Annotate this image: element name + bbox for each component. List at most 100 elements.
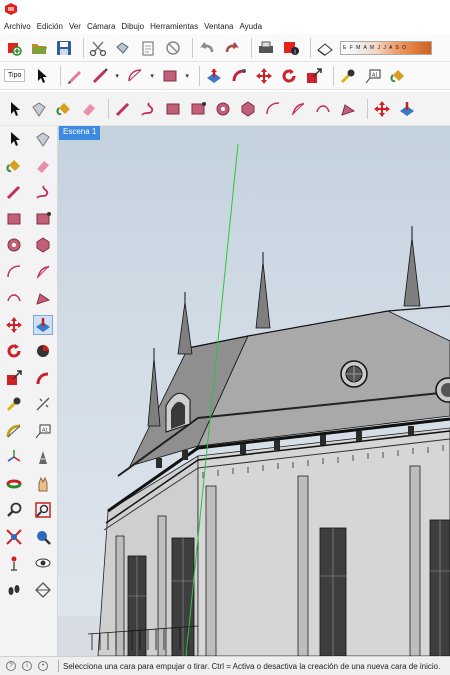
new-model-icon[interactable]: [4, 38, 24, 58]
select-icon[interactable]: [4, 99, 24, 119]
two-point-arc-icon[interactable]: [313, 99, 333, 119]
undo-icon[interactable]: [197, 38, 217, 58]
search-icon[interactable]: [33, 527, 53, 547]
eraser-icon[interactable]: [79, 99, 99, 119]
rotated-rectangle-icon[interactable]: [33, 209, 53, 229]
rotate-icon[interactable]: [4, 341, 24, 361]
select-icon[interactable]: [4, 129, 24, 149]
look-around-icon[interactable]: [33, 553, 53, 573]
chevron-down-icon[interactable]: ▾: [115, 72, 121, 80]
push-pull-icon[interactable]: [397, 99, 417, 119]
move-icon[interactable]: [254, 66, 274, 86]
credits-icon[interactable]: i: [22, 661, 32, 671]
paste-icon[interactable]: [138, 38, 158, 58]
three-point-arc-icon[interactable]: [338, 99, 358, 119]
rectangle-icon[interactable]: [160, 66, 180, 86]
menu-herramientas[interactable]: Herramientas: [150, 22, 198, 31]
zoom-icon[interactable]: [4, 500, 24, 520]
section-plane-icon[interactable]: [33, 580, 53, 600]
eraser-icon[interactable]: [33, 156, 53, 176]
3d-text-icon[interactable]: [33, 447, 53, 467]
dimension-icon[interactable]: [33, 394, 53, 414]
position-camera-icon[interactable]: [4, 553, 24, 573]
component-icon[interactable]: [33, 129, 53, 149]
style-label[interactable]: Tipo: [4, 69, 26, 82]
pie-icon[interactable]: [288, 99, 308, 119]
push-pull-icon[interactable]: [32, 314, 53, 335]
print-icon[interactable]: [256, 38, 276, 58]
polygon-icon[interactable]: [238, 99, 258, 119]
menu-ver[interactable]: Ver: [69, 22, 81, 31]
orbit-icon[interactable]: [4, 474, 24, 494]
line-icon[interactable]: [90, 66, 110, 86]
follow-me-icon[interactable]: [229, 66, 249, 86]
shadow-month-slider[interactable]: E F M A M J J A S O: [340, 40, 432, 55]
paint-bucket-icon[interactable]: [4, 156, 24, 176]
circle-icon[interactable]: [4, 235, 24, 255]
user-icon[interactable]: •: [38, 661, 48, 671]
toolbar-separator: [83, 37, 84, 58]
model-info-icon[interactable]: i: [281, 38, 301, 58]
move-icon[interactable]: [4, 315, 24, 335]
redo-icon[interactable]: [222, 38, 242, 58]
menu-dibujo[interactable]: Dibujo: [121, 22, 144, 31]
rectangle-icon[interactable]: [4, 209, 24, 229]
paint-bucket-icon[interactable]: [65, 66, 85, 86]
component-icon[interactable]: [29, 99, 49, 119]
arc-icon[interactable]: [125, 66, 145, 86]
menu-camara[interactable]: Cámara: [87, 22, 115, 31]
paint-bucket-icon[interactable]: [54, 99, 74, 119]
chevron-down-icon[interactable]: ▾: [185, 72, 191, 80]
rotate-icon[interactable]: [279, 66, 299, 86]
select-icon[interactable]: [31, 66, 51, 86]
arc-icon[interactable]: [263, 99, 283, 119]
circle-icon[interactable]: [213, 99, 233, 119]
open-icon[interactable]: [29, 38, 49, 58]
push-pull-icon[interactable]: [204, 66, 224, 86]
toolbar-separator: [108, 98, 109, 119]
move-icon[interactable]: [372, 99, 392, 119]
protractor-icon[interactable]: [4, 421, 24, 441]
offset-icon[interactable]: [33, 368, 53, 388]
follow-me-icon[interactable]: [33, 341, 53, 361]
rotated-rectangle-icon[interactable]: [188, 99, 208, 119]
toolbar-separator: [192, 37, 193, 58]
menu-edicion[interactable]: Edición: [37, 22, 63, 31]
arc-icon[interactable]: [4, 262, 24, 282]
pan-icon[interactable]: [33, 474, 53, 494]
copy-icon[interactable]: [113, 38, 133, 58]
zoom-window-icon[interactable]: [33, 500, 53, 520]
shadows-icon[interactable]: [315, 38, 335, 58]
modeling-viewport[interactable]: [58, 126, 450, 656]
menu-ayuda[interactable]: Ayuda: [239, 22, 262, 31]
tool-row: [0, 259, 57, 286]
scale-icon[interactable]: [4, 368, 24, 388]
tape-measure-icon[interactable]: [4, 394, 24, 414]
three-point-arc-icon[interactable]: [33, 288, 53, 308]
cut-icon[interactable]: [88, 38, 108, 58]
rectangle-icon[interactable]: [163, 99, 183, 119]
status-bar: ? i • Selecciona una cara para empujar o…: [0, 656, 450, 675]
text-icon[interactable]: A1: [363, 66, 383, 86]
line-icon[interactable]: [113, 99, 133, 119]
zoom-extents-icon[interactable]: [4, 527, 24, 547]
freehand-icon[interactable]: [33, 182, 53, 202]
line-icon[interactable]: [4, 182, 24, 202]
save-icon[interactable]: [54, 38, 74, 58]
erase-icon[interactable]: [163, 38, 183, 58]
walk-icon[interactable]: [4, 580, 24, 600]
two-point-arc-icon[interactable]: [4, 288, 24, 308]
scene-tab[interactable]: Escena 1: [59, 126, 101, 140]
geolocation-icon[interactable]: ?: [6, 661, 16, 671]
text-icon[interactable]: A1: [33, 421, 53, 441]
axes-icon[interactable]: [4, 447, 24, 467]
paint-bucket-icon[interactable]: [388, 66, 408, 86]
scale-icon[interactable]: [304, 66, 324, 86]
pie-icon[interactable]: [33, 262, 53, 282]
chevron-down-icon[interactable]: ▾: [150, 72, 156, 80]
menu-ventana[interactable]: Ventana: [204, 22, 233, 31]
tape-measure-icon[interactable]: [338, 66, 358, 86]
menu-archivo[interactable]: Archivo: [4, 22, 31, 31]
freehand-icon[interactable]: [138, 99, 158, 119]
polygon-icon[interactable]: [33, 235, 53, 255]
